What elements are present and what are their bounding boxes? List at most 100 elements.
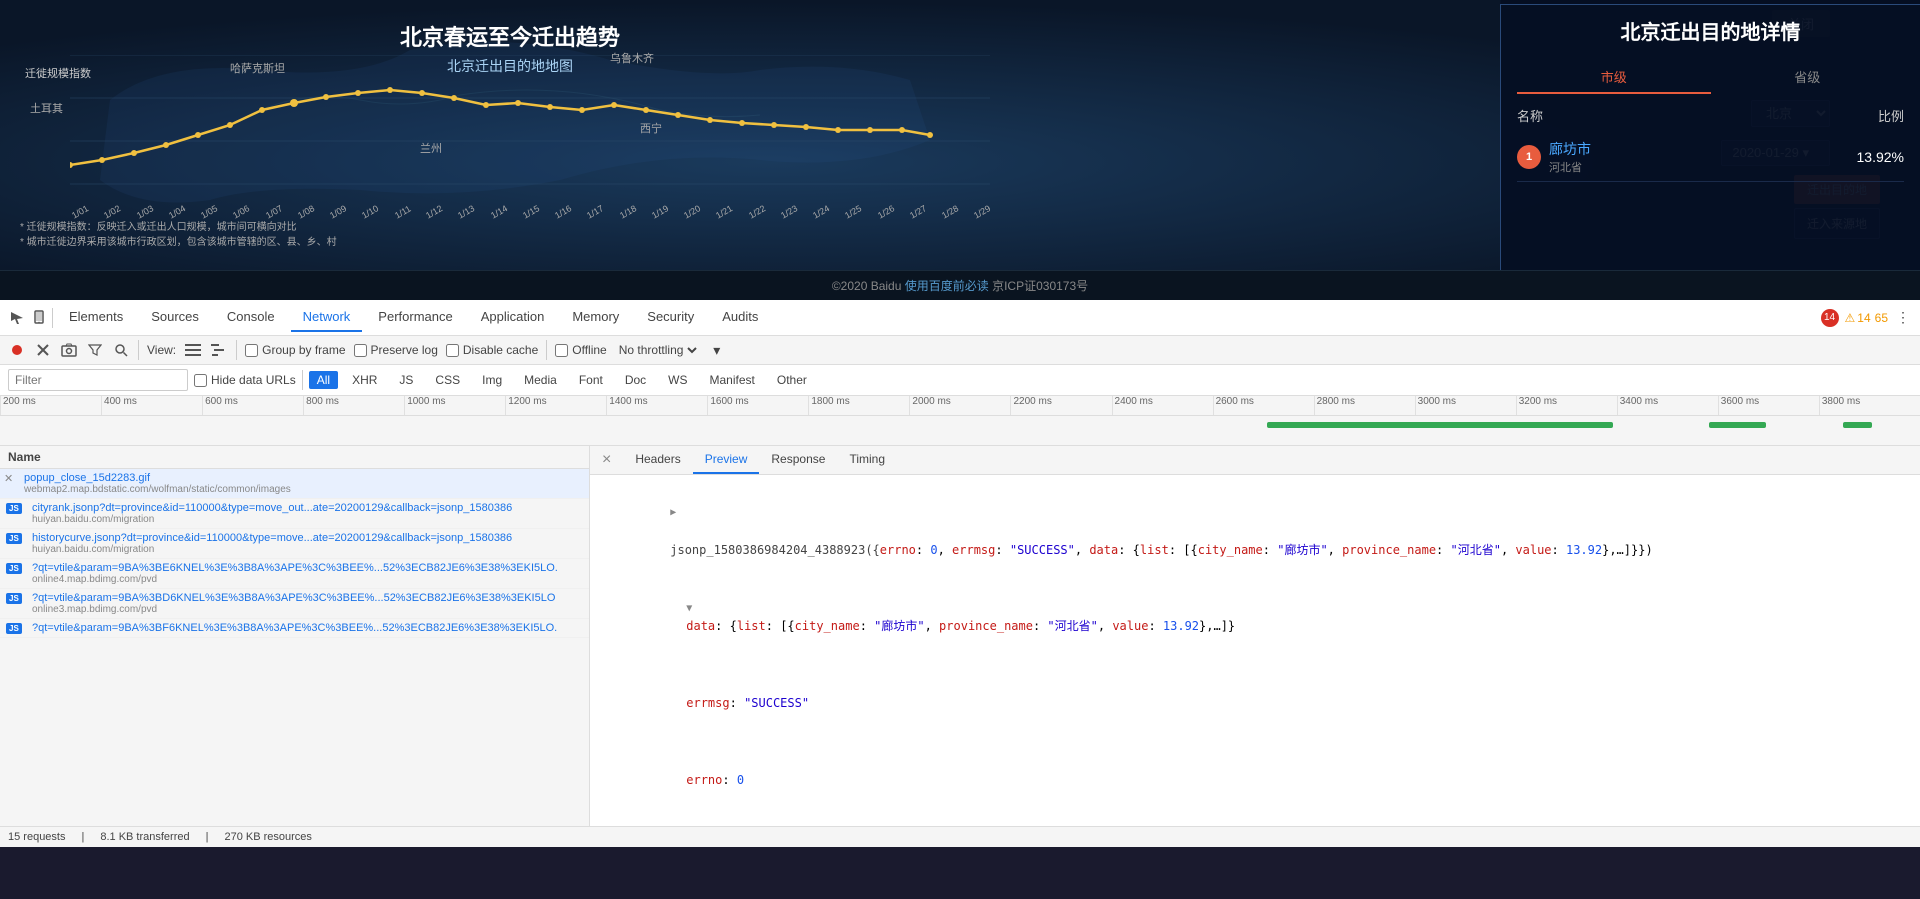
tab-memory[interactable]: Memory <box>560 303 631 332</box>
request-close-0[interactable]: ✕ <box>4 472 13 485</box>
tick-1200: 1200 ms <box>505 396 606 415</box>
status-bar: 15 requests | 8.1 KB transferred | 270 K… <box>0 826 1920 847</box>
hide-data-urls-checkbox[interactable]: Hide data URLs <box>194 373 296 387</box>
migration-chart: 30 20 10 0 <box>70 55 990 185</box>
timeline-bar-area <box>0 416 1920 446</box>
filter-tab-css[interactable]: CSS <box>427 371 468 389</box>
details-close-button[interactable]: × <box>598 447 615 473</box>
request-name-1: cityrank.jsonp?dt=province&id=110000&typ… <box>24 502 581 514</box>
tab-security[interactable]: Security <box>635 303 706 332</box>
toolbar-sep-3 <box>236 340 237 360</box>
tab-application[interactable]: Application <box>469 303 557 332</box>
filter-tab-media[interactable]: Media <box>516 371 565 389</box>
tab-city[interactable]: 市级 <box>1517 61 1711 94</box>
view-label: View: <box>147 343 176 357</box>
copyright-link-1[interactable]: 使用百度前必读 <box>905 279 989 293</box>
filter-toggle-button[interactable] <box>86 341 104 359</box>
devtools-cursor-icon[interactable] <box>8 309 26 327</box>
filter-tab-all[interactable]: All <box>309 371 338 389</box>
requests-panel: Name ✕ popup_close_15d2283.gif webmap2.m… <box>0 446 590 826</box>
request-item-4[interactable]: JS ?qt=vtile&param=9BA%3BD6KNEL%3E%3B8A%… <box>0 589 589 619</box>
request-url-1: huiyan.baidu.com/migration <box>24 514 581 525</box>
detail-tab-preview[interactable]: Preview <box>693 446 760 474</box>
tab-audits[interactable]: Audits <box>710 303 770 332</box>
view-waterfall-icon[interactable] <box>210 341 228 359</box>
tab-network[interactable]: Network <box>291 303 363 332</box>
request-item-3[interactable]: JS ?qt=vtile&param=9BA%3BE6KNEL%3E%3B8A%… <box>0 559 589 589</box>
json-func-name: jsonp_1580386984204_4388923({ <box>670 543 880 557</box>
tick-3600: 3600 ms <box>1718 396 1819 415</box>
tab-sources[interactable]: Sources <box>139 303 211 332</box>
detail-tab-headers[interactable]: Headers <box>623 446 692 474</box>
warning-count-area: ⚠ 14 65 <box>1845 311 1888 325</box>
json-line-1: ▶ jsonp_1580386984204_4388923({errno: 0,… <box>598 483 1912 579</box>
throttle-select[interactable]: No throttling <box>615 342 700 358</box>
search-toggle-button[interactable] <box>112 341 130 359</box>
devtools-topbar: Elements Sources Console Network Perform… <box>0 300 1920 336</box>
record-button[interactable] <box>8 341 26 359</box>
right-info-panel: 📍 百度地图慧眼 | 百度迁徙 北京迁出目的地详情 市级 省级 名称 比例 1 … <box>1500 0 1920 270</box>
details-panel: × Headers Preview Response Timing ▶ json… <box>590 446 1920 826</box>
requests-list: ✕ popup_close_15d2283.gif webmap2.map.bd… <box>0 469 589 826</box>
clear-button[interactable] <box>34 341 52 359</box>
devtools-topbar-right: 14 ⚠ 14 65 ⋮ <box>1821 309 1912 327</box>
copyright-bar: ©2020 Baidu 使用百度前必读 京ICP证030173号 <box>0 270 1920 300</box>
tab-elements[interactable]: Elements <box>57 303 135 332</box>
tab-province[interactable]: 省级 <box>1711 61 1905 94</box>
group-by-frame-checkbox[interactable]: Group by frame <box>245 343 345 357</box>
city-label-urumqi: 乌鲁木齐 <box>610 50 654 66</box>
request-item-5[interactable]: JS ?qt=vtile&param=9BA%3BF6KNEL%3E%3B8A%… <box>0 619 589 638</box>
tick-400: 400 ms <box>101 396 202 415</box>
offline-checkbox[interactable]: Offline <box>555 343 606 357</box>
request-name-3: ?qt=vtile&param=9BA%3BE6KNEL%3E%3B8A%3AP… <box>24 562 581 574</box>
view-list-icon[interactable] <box>184 341 202 359</box>
disable-cache-checkbox[interactable]: Disable cache <box>446 343 538 357</box>
detail-tab-response[interactable]: Response <box>759 446 837 474</box>
detail-tab-timing[interactable]: Timing <box>837 446 897 474</box>
preserve-log-checkbox[interactable]: Preserve log <box>354 343 438 357</box>
devtools-device-icon[interactable] <box>30 309 48 327</box>
throttle-settings-icon[interactable]: ▾ <box>708 341 726 359</box>
copyright-text: ©2020 Baidu <box>832 279 902 293</box>
tab-console[interactable]: Console <box>215 303 287 332</box>
city-info-1: 廊坊市 河北省 <box>1549 139 1857 175</box>
tick-2400: 2400 ms <box>1112 396 1213 415</box>
right-panel-title: 北京迁出目的地详情 <box>1517 16 1904 45</box>
tick-1800: 1800 ms <box>808 396 909 415</box>
expand-triangle-2[interactable]: ▼ <box>686 603 692 614</box>
filter-tab-ws[interactable]: WS <box>660 371 695 389</box>
panel-column-headers: 名称 比例 <box>1517 106 1904 125</box>
json-line-3: errmsg: "SUCCESS" <box>614 656 1912 733</box>
filter-tab-xhr[interactable]: XHR <box>344 371 385 389</box>
warning-count: 14 <box>1857 311 1870 325</box>
request-type-badge-2: JS <box>6 533 22 544</box>
request-item-2[interactable]: JS historycurve.jsonp?dt=province&id=110… <box>0 529 589 559</box>
request-type-badge-1: JS <box>6 503 22 514</box>
filter-input[interactable] <box>8 369 188 391</box>
status-separator-2: | <box>206 831 209 843</box>
city-ratio-1: 13.92% <box>1857 149 1904 165</box>
request-type-badge-4: JS <box>6 593 22 604</box>
map-area: 北京春运至今迁出趋势 北京迁出目的地地图 迁徙规模指数 30 20 10 0 <box>0 0 1920 270</box>
tick-800: 800 ms <box>303 396 404 415</box>
devtools-more-icon[interactable]: ⋮ <box>1894 309 1912 327</box>
filter-tab-js[interactable]: JS <box>391 371 421 389</box>
tick-3000: 3000 ms <box>1415 396 1516 415</box>
expand-triangle-1[interactable]: ▶ <box>670 507 676 518</box>
filter-tab-img[interactable]: Img <box>474 371 510 389</box>
tab-performance[interactable]: Performance <box>366 303 464 332</box>
city-label-turkey: 土耳其 <box>30 100 63 116</box>
screenshot-button[interactable] <box>60 341 78 359</box>
toolbar-sep-4 <box>546 340 547 360</box>
filter-tab-manifest[interactable]: Manifest <box>702 371 763 389</box>
filter-tab-other[interactable]: Other <box>769 371 815 389</box>
request-item-0[interactable]: ✕ popup_close_15d2283.gif webmap2.map.bd… <box>0 469 589 499</box>
request-item-1[interactable]: JS cityrank.jsonp?dt=province&id=110000&… <box>0 499 589 529</box>
requests-header: Name <box>0 446 589 469</box>
filter-tab-font[interactable]: Font <box>571 371 611 389</box>
city-name-1: 廊坊市 <box>1549 139 1857 159</box>
request-url-4: online3.map.bdimg.com/pvd <box>24 604 581 615</box>
filter-tab-doc[interactable]: Doc <box>617 371 654 389</box>
panel-row-1[interactable]: 1 廊坊市 河北省 13.92% <box>1517 133 1904 182</box>
tick-3200: 3200 ms <box>1516 396 1617 415</box>
